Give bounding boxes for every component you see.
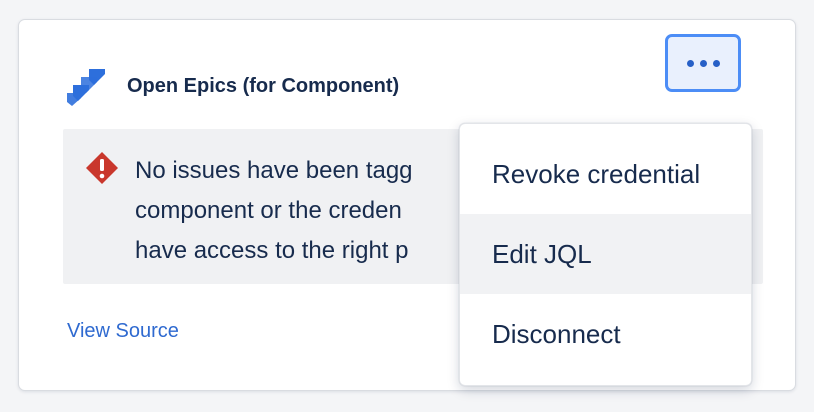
menu-item-disconnect[interactable]: Disconnect (460, 294, 751, 374)
menu-item-edit-jql[interactable]: Edit JQL (460, 214, 751, 294)
card-title: Open Epics (for Component) (127, 74, 400, 97)
view-source-link[interactable]: View Source (67, 320, 179, 343)
more-horizontal-icon (712, 59, 720, 67)
more-horizontal-icon (699, 59, 707, 67)
error-diamond-icon (86, 152, 118, 184)
more-horizontal-icon (686, 59, 694, 67)
menu-item-revoke-credential[interactable]: Revoke credential (460, 134, 751, 214)
more-actions-button[interactable] (665, 34, 741, 92)
actions-dropdown-menu: Revoke credential Edit JQL Disconnect (459, 123, 752, 386)
jira-logo-icon (67, 69, 105, 106)
card-header: Open Epics (for Component) (67, 66, 399, 106)
